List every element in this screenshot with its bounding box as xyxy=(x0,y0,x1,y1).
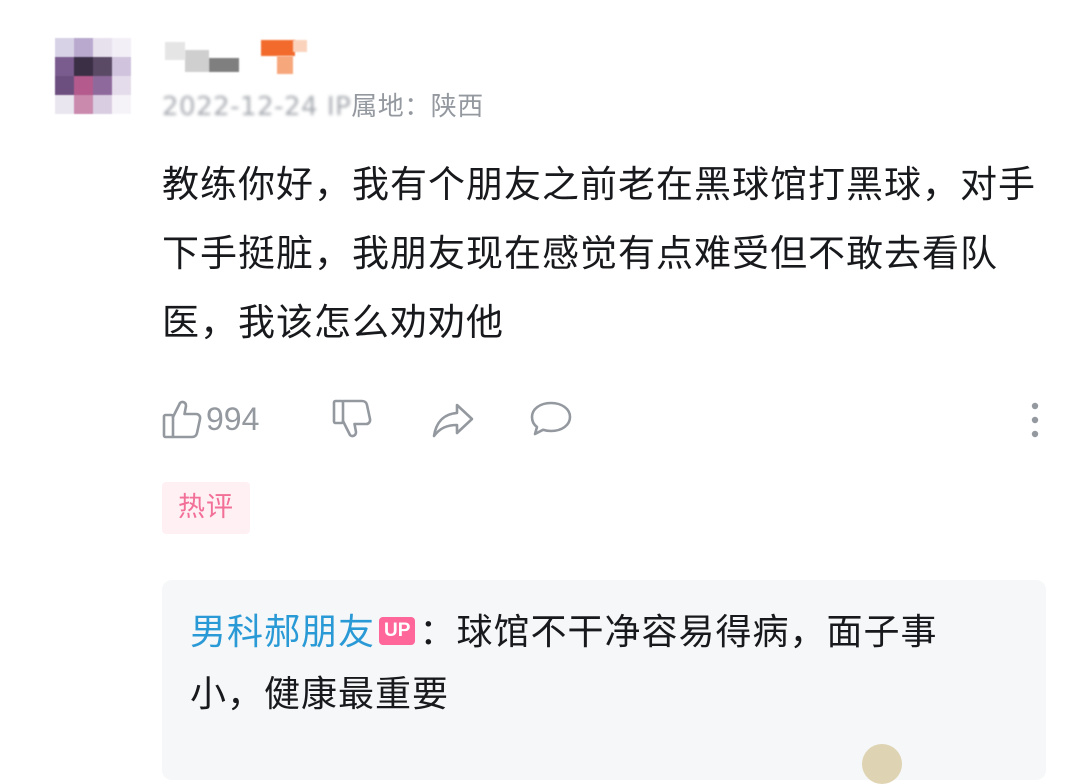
comment-date: 2022-12-24 xyxy=(162,92,319,122)
like-count: 994 xyxy=(206,400,260,437)
dislike-button[interactable] xyxy=(330,392,374,446)
reply-author[interactable]: 男科郝朋友 xyxy=(190,612,375,653)
username-pixelated[interactable] xyxy=(165,40,315,74)
reply-separator: ： xyxy=(419,612,457,653)
ip-location: 属地：陕西 xyxy=(351,92,484,122)
share-icon xyxy=(430,397,476,441)
thumbs-up-icon xyxy=(160,397,204,441)
ip-prefix: IP xyxy=(326,92,352,122)
comment-text: 教练你好，我有个朋友之前老在黑球馆打黑球，对手下手挺脏，我朋友现在感觉有点难受但… xyxy=(162,163,1036,344)
reply-content: 男科郝朋友 UP ：球馆不干净容易得病，面子事小，健康最重要 xyxy=(190,602,990,726)
reply-button[interactable] xyxy=(528,392,574,446)
more-vertical-icon[interactable] xyxy=(1030,400,1040,440)
reply-avatar xyxy=(862,744,902,784)
thumbs-down-icon xyxy=(330,397,374,441)
comment-meta: 2022-12-24 IP属地：陕西 xyxy=(162,86,484,123)
reply-preview[interactable]: 男科郝朋友 UP ：球馆不干净容易得病，面子事小，健康最重要 xyxy=(162,580,1046,784)
like-button[interactable]: 994 xyxy=(160,392,259,446)
share-button[interactable] xyxy=(430,392,476,446)
avatar[interactable] xyxy=(55,38,131,114)
comment-action-bar: 994 xyxy=(160,392,1040,446)
up-badge: UP xyxy=(379,617,416,645)
comment-bubble-icon xyxy=(528,397,574,441)
hot-comment-badge: 热评 xyxy=(162,482,250,534)
